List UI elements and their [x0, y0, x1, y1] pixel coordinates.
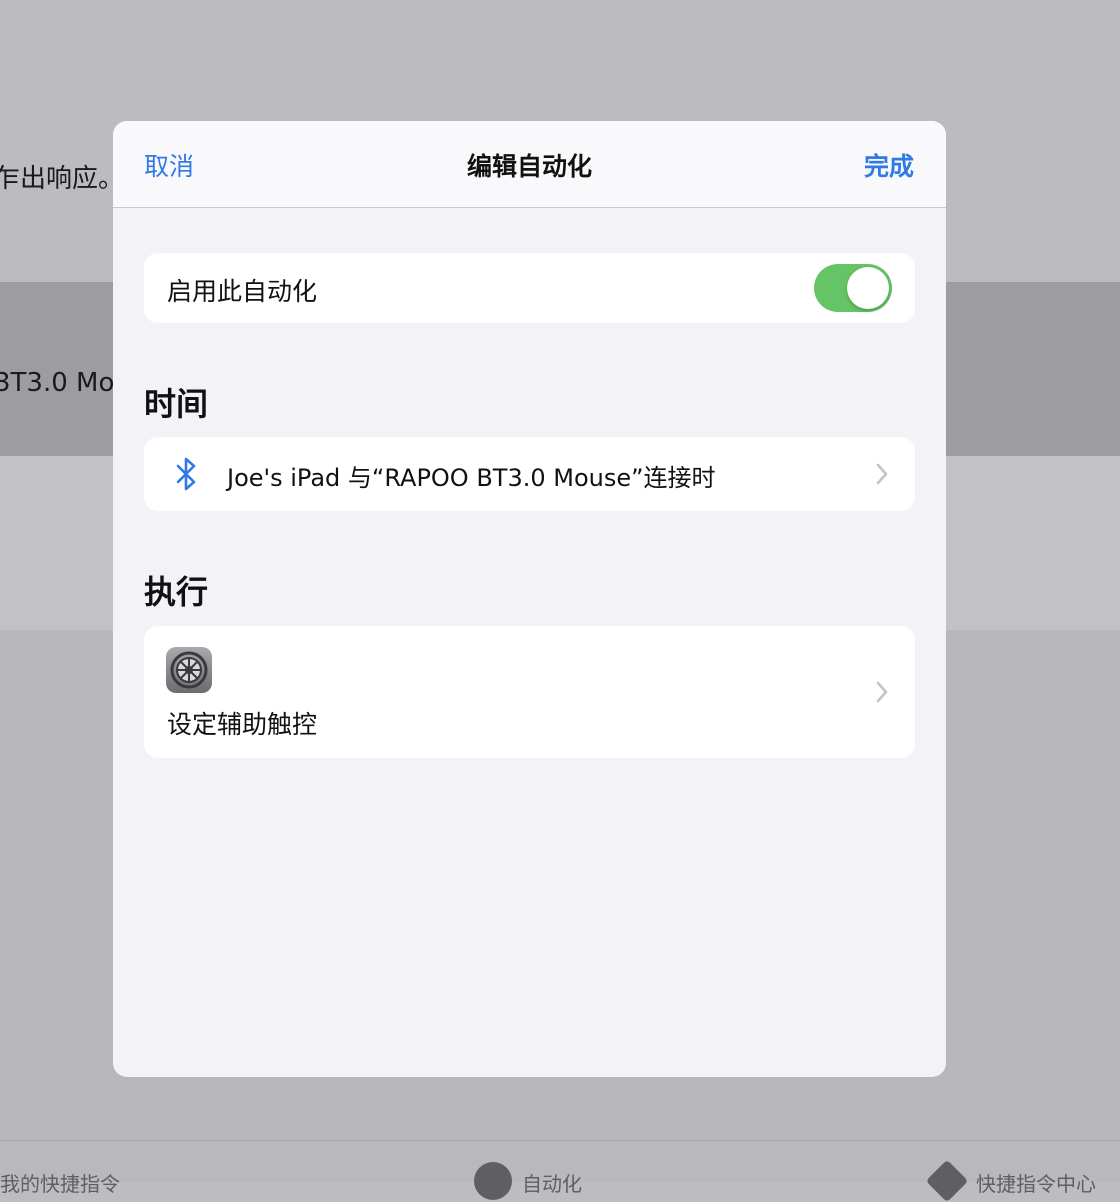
trigger-description: Joe's iPad 与“RAPOO BT3.0 Mouse”连接时	[227, 464, 716, 492]
settings-gear-icon	[166, 647, 212, 693]
sheet-navbar: 取消 编辑自动化 完成	[113, 121, 946, 208]
chevron-right-icon	[876, 463, 888, 485]
tab-my-shortcuts[interactable]: 我的快捷指令	[0, 1168, 120, 1197]
enable-automation-label: 启用此自动化	[167, 277, 318, 306]
automation-check-icon[interactable]	[474, 1162, 512, 1200]
enable-automation-row: 启用此自动化	[144, 253, 915, 323]
background-device-text: 3T3.0 Mou	[0, 368, 131, 398]
sheet-title: 编辑自动化	[466, 152, 592, 181]
background-text: 乍出响应。	[0, 164, 125, 194]
trigger-row[interactable]: Joe's iPad 与“RAPOO BT3.0 Mouse”连接时	[144, 437, 915, 511]
action-label: 设定辅助触控	[167, 710, 318, 739]
done-button[interactable]: 完成	[864, 147, 914, 183]
tab-automation[interactable]: 自动化	[522, 1168, 582, 1197]
chevron-right-icon	[876, 681, 888, 703]
enable-automation-toggle[interactable]	[814, 264, 892, 312]
bluetooth-icon	[176, 457, 196, 491]
edit-automation-sheet: 取消 编辑自动化 完成 启用此自动化 时间 Joe's iPad 与“RAPOO…	[113, 121, 946, 1077]
action-row[interactable]: 设定辅助触控	[144, 626, 915, 758]
section-header-execute: 执行	[144, 573, 209, 611]
section-header-time: 时间	[144, 385, 209, 423]
toggle-knob	[847, 267, 889, 309]
tab-gallery[interactable]: 快捷指令中心	[976, 1168, 1096, 1197]
